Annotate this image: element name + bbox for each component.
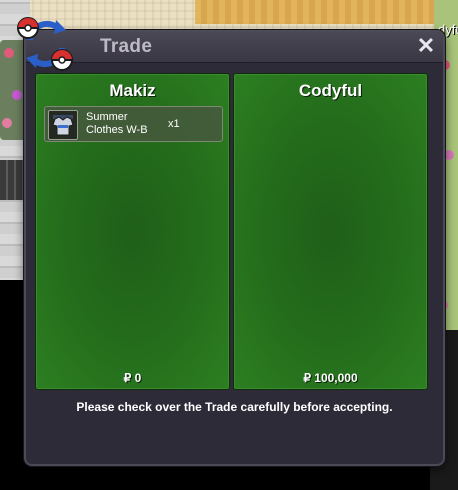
window-title: Trade <box>100 36 153 57</box>
trade-window: Trade ✕ Makiz Summer Clothes W-B x1 ₽ 0 … <box>17 17 445 466</box>
item-name-line: Summer <box>86 111 128 123</box>
item-name: Summer Clothes W-B <box>86 111 176 137</box>
trade-exchange-icon <box>17 17 73 71</box>
window-titlebar[interactable]: Trade ✕ <box>26 32 443 63</box>
trade-panel-makiz: Makiz Summer Clothes W-B x1 ₽ 0 <box>35 73 230 390</box>
money-offer: ₽ 0 <box>123 371 142 385</box>
trade-item-slot[interactable]: Summer Clothes W-B x1 <box>44 106 223 142</box>
trade-warning-message: Please check over the Trade carefully be… <box>76 400 393 414</box>
flower-sprite <box>2 118 12 128</box>
clothes-icon <box>48 110 78 140</box>
item-name-line: Clothes W-B <box>86 124 148 136</box>
sand-path <box>195 0 458 24</box>
player-name: Codyful <box>298 81 363 100</box>
flower-sprite <box>444 150 454 160</box>
close-button[interactable]: ✕ <box>415 35 437 57</box>
trade-panel-codyful: Codyful ₽ 100,000 <box>233 73 428 390</box>
money-offer: ₽ 100,000 <box>303 371 358 385</box>
flower-sprite <box>12 90 22 100</box>
road-tiles <box>0 160 26 200</box>
item-quantity: x1 <box>168 118 180 130</box>
player-name: Makiz <box>109 81 156 100</box>
